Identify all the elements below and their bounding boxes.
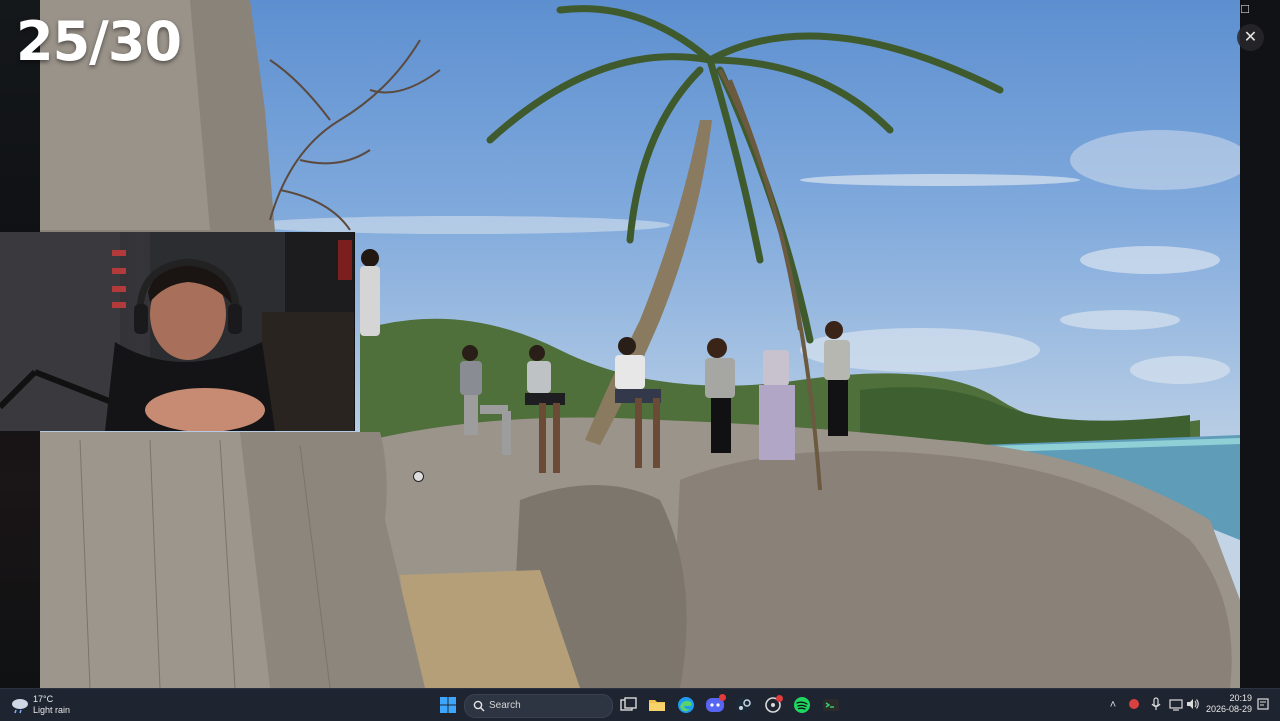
app-badge (776, 695, 783, 702)
discord-button[interactable] (705, 694, 726, 715)
app-tray-glyph (1129, 699, 1139, 709)
volume-glyph (1187, 699, 1199, 709)
mouse-cursor-icon (413, 471, 424, 482)
spotify-button[interactable] (792, 695, 812, 715)
search-icon (473, 700, 485, 712)
taskbar-search[interactable]: Search (464, 694, 613, 718)
terminal-icon (823, 699, 839, 711)
weather-temp: 17°C (33, 694, 54, 704)
task-view-button[interactable] (618, 695, 638, 715)
discord-badge (719, 694, 726, 701)
app-tray-icon[interactable] (1126, 697, 1142, 716)
bare-tree (269, 39, 441, 231)
taskbar-clock[interactable]: 20:19 2026-08-29 (1204, 693, 1252, 715)
start-button[interactable] (438, 695, 458, 715)
viewer-right-margin (1240, 0, 1280, 688)
search-label: Search (489, 700, 521, 711)
windows-logo-icon (440, 697, 456, 713)
chevron-up-icon[interactable]: ˄ (1105, 697, 1121, 713)
taskbar: 17°C Light rain Search ˄ 20:19 2026-08-2… (0, 688, 1280, 721)
close-button[interactable]: ✕ (1237, 24, 1264, 51)
weather-condition: Light rain (33, 705, 71, 715)
clock-date: 2026-08-29 (1205, 704, 1252, 714)
task-view-icon (620, 697, 637, 711)
terminal-button[interactable] (821, 695, 841, 715)
maximize-icon[interactable]: ☐ (1238, 3, 1252, 17)
steam-icon (736, 697, 752, 713)
network-icon[interactable] (1168, 697, 1184, 716)
network-glyph (1169, 699, 1183, 711)
clock-time: 20:19 (1229, 693, 1252, 703)
webcam-feed (0, 232, 354, 431)
edge-button[interactable] (676, 695, 696, 715)
cloud-rain-icon (12, 699, 28, 714)
slide-counter: 25/30 (16, 10, 182, 73)
notification-icon[interactable] (1255, 697, 1271, 716)
microphone-icon[interactable] (1148, 697, 1164, 716)
app-button[interactable] (763, 695, 783, 715)
edge-icon (678, 697, 694, 713)
folder-icon (649, 700, 665, 711)
file-explorer-button[interactable] (647, 695, 667, 715)
volume-icon[interactable] (1185, 697, 1201, 716)
microphone-glyph (1151, 697, 1161, 710)
spotify-icon (794, 697, 810, 713)
close-icon: ✕ (1243, 29, 1258, 46)
steam-button[interactable] (734, 695, 754, 715)
webcam-overlay (0, 232, 355, 431)
notification-glyph (1257, 698, 1269, 710)
